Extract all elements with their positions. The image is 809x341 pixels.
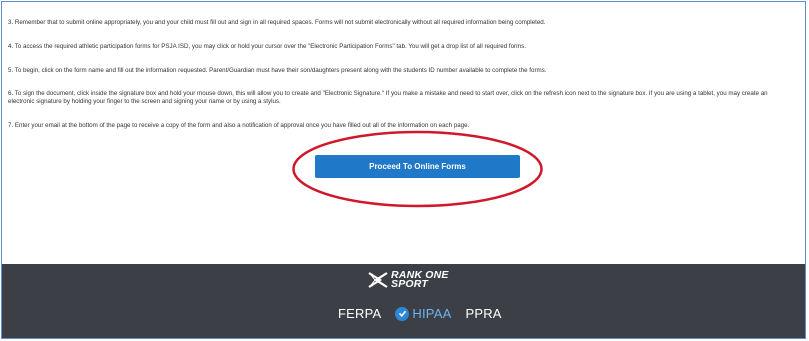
page-frame: 3. Remember that to submit online approp… [1,1,806,339]
logo-line-2: SPORT [391,278,428,290]
hipaa-badge: HIPAA [395,306,451,321]
instruction-4: 4. To access the required athletic parti… [8,43,527,50]
hipaa-check-icon [395,306,410,321]
instruction-3: 3. Remember that to submit online approp… [8,19,546,26]
compliance-badges: FERPA HIPAA PPRA [338,306,502,321]
instruction-7: 7. Enter your email at the bottom of the… [8,122,470,129]
instruction-5: 5. To begin, click on the form name and … [8,67,547,74]
ppra-badge: PPRA [465,306,502,321]
instructions-panel: 3. Remember that to submit online approp… [2,2,805,264]
proceed-to-online-forms-button[interactable]: Proceed To Online Forms [315,155,520,178]
instruction-6: 6. To sign the document, click inside th… [8,90,768,105]
logo-wordmark: RANK ONE SPORT [391,270,449,290]
rank-one-logo-icon [368,272,388,288]
site-footer: RANK ONE SPORT FERPA HIPAA PPRA [2,264,805,338]
hipaa-label: HIPAA [412,306,452,321]
rank-one-sport-logo[interactable]: RANK ONE SPORT [368,270,449,290]
ferpa-badge: FERPA [338,306,382,321]
